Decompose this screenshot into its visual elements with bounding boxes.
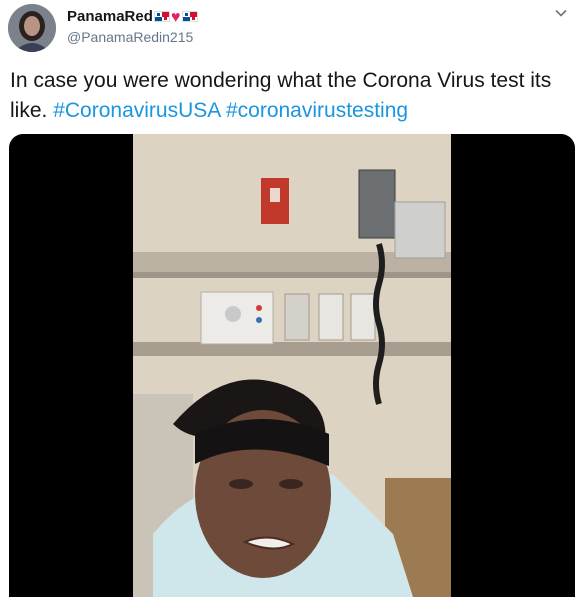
video-frame — [133, 134, 451, 597]
hashtag-link[interactable]: #CoronavirusUSA — [53, 99, 220, 122]
chevron-down-icon[interactable] — [554, 6, 568, 20]
user-handle[interactable]: @PanamaRedin215 — [67, 28, 193, 46]
video-thumbnail — [133, 134, 451, 597]
tweet-text: In case you were wondering what the Coro… — [10, 66, 570, 126]
red-heart-icon: ♥ — [170, 9, 181, 26]
video-player[interactable] — [9, 134, 575, 597]
display-name-text: PanamaRed — [67, 8, 153, 25]
display-name[interactable]: PanamaRed ♥ — [67, 8, 199, 27]
avatar-photo — [8, 4, 56, 52]
avatar[interactable] — [8, 4, 56, 52]
panama-flag-icon — [153, 11, 170, 22]
panama-flag-icon — [182, 11, 199, 22]
hashtag-link[interactable]: #coronavirustesting — [226, 99, 408, 122]
